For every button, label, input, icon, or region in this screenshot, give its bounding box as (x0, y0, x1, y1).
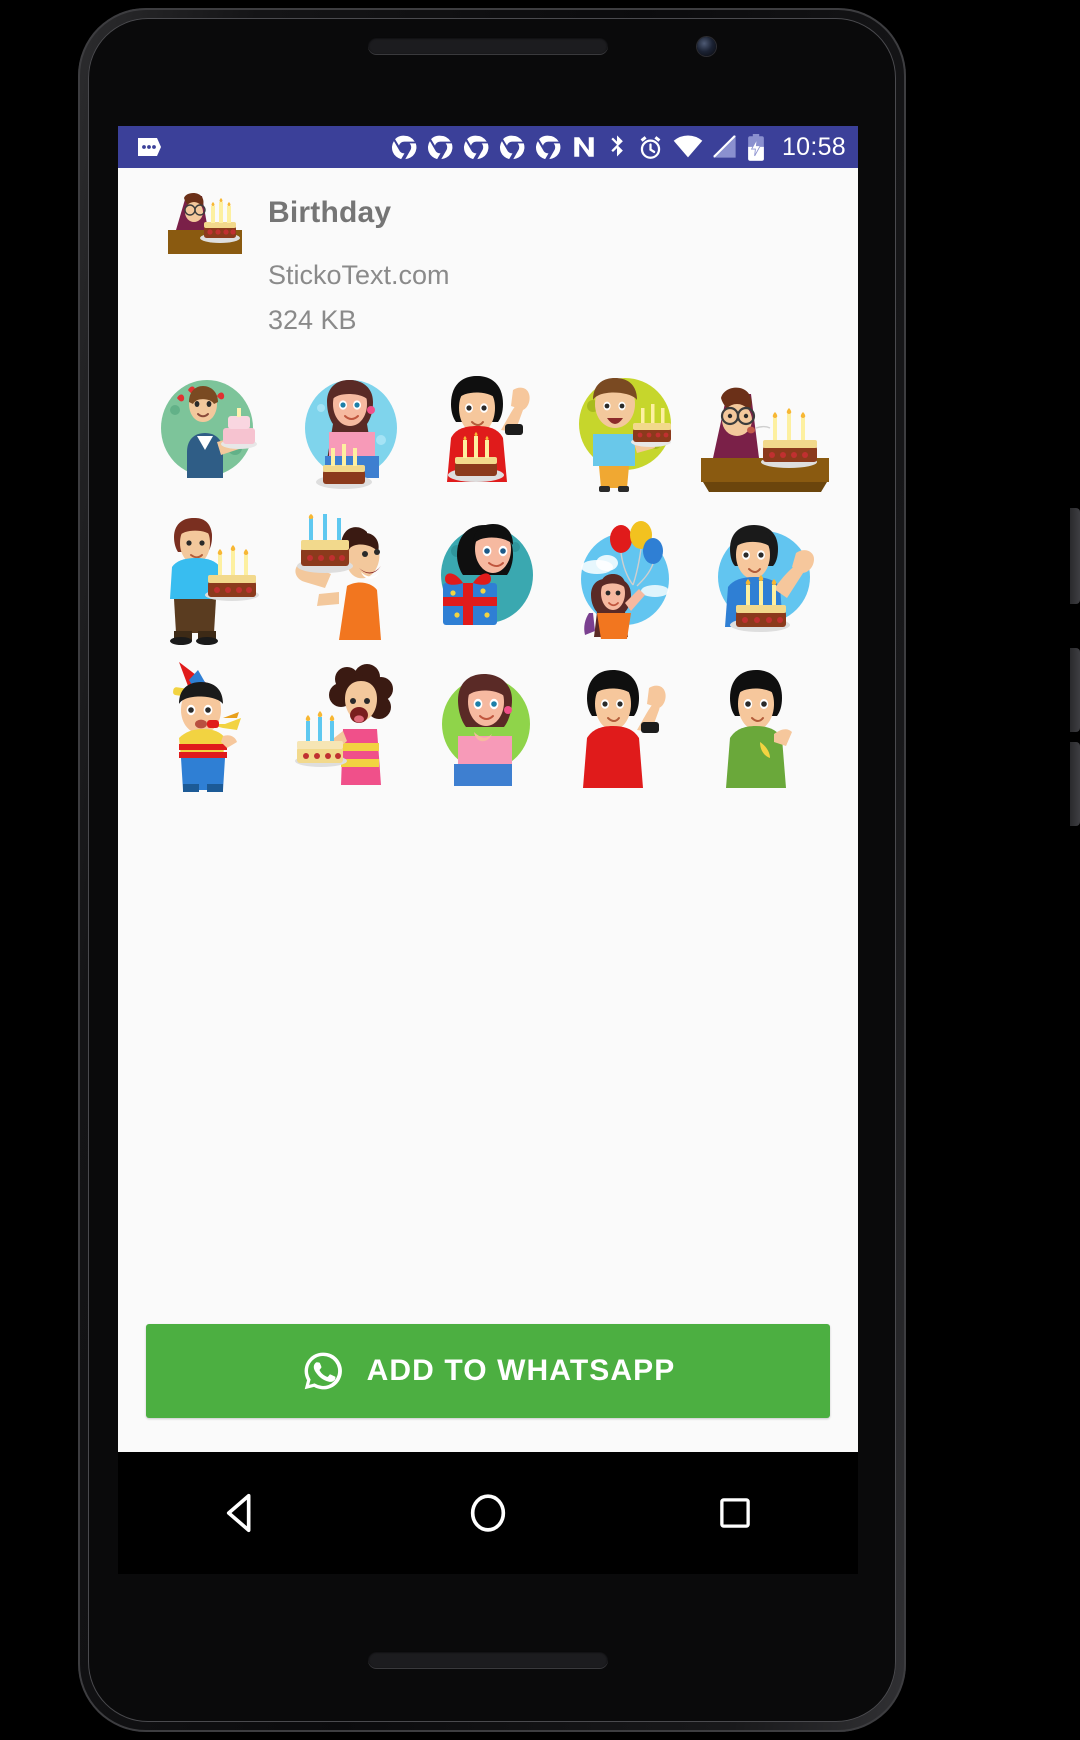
chrome-notification-icon-2 (427, 135, 453, 159)
sticker-pack-header: Birthday StickoText.com 324 KB (118, 168, 858, 338)
chrome-notification-icon-1 (391, 135, 417, 159)
sticker-girl-kneeling-with-cake[interactable] (289, 370, 411, 494)
status-bar-notification-area[interactable] (136, 136, 162, 158)
sticker-man-glasses-blowing-candles[interactable] (700, 370, 829, 494)
chrome-notification-icon-4 (499, 135, 525, 159)
sticker-item[interactable] (696, 652, 834, 799)
sticker-item[interactable] (696, 505, 834, 652)
sticker-pack-screen: Birthday StickoText.com 324 KB ADD TO WH… (118, 168, 858, 1452)
bluetooth-icon (611, 134, 623, 156)
sticker-grid (118, 338, 858, 799)
nav-home-button[interactable] (428, 1477, 548, 1549)
power-button[interactable] (1070, 508, 1080, 604)
sticker-girl-with-balloons[interactable] (567, 517, 685, 641)
sticker-pack-publisher: StickoText.com (268, 260, 450, 290)
sticker-item[interactable] (142, 505, 280, 652)
novalauncher-notification-icon (574, 137, 594, 157)
square-icon (719, 1498, 750, 1528)
sticker-pack-title: Birthday (268, 196, 392, 229)
status-bar-system-area[interactable]: 10:58 (391, 133, 846, 162)
phone-screen: 10:58 Birthday StickoText.com 324 KB ADD… (118, 126, 858, 1452)
sticker-item[interactable] (419, 505, 557, 652)
bottom-speaker (368, 1651, 608, 1668)
sticker-boy-green-shirt-waving[interactable] (708, 664, 822, 788)
sticker-boy-blue-shirt-carrying-cake[interactable] (154, 513, 268, 645)
sticker-boy-holding-cake-blue-bg[interactable] (704, 517, 826, 641)
sticker-boy-party-hat-blower[interactable] (153, 660, 269, 792)
wifi-icon (673, 135, 703, 158)
sticker-man-orange-shirt-eating-cake[interactable] (287, 513, 413, 644)
add-button-container: ADD TO WHATSAPP (118, 1324, 858, 1452)
notification-more-icon (138, 138, 161, 156)
sticker-item[interactable] (280, 652, 418, 799)
android-navigation-bar (118, 1452, 858, 1574)
sticker-item[interactable] (142, 652, 280, 799)
front-camera (697, 37, 716, 56)
earpiece-speaker (368, 37, 608, 54)
volume-up-button[interactable] (1070, 648, 1080, 732)
sticker-item[interactable] (419, 358, 557, 505)
battery-charging-icon (748, 133, 764, 161)
sticker-item[interactable] (557, 358, 695, 505)
triangle-left-icon (227, 1493, 251, 1533)
circle-icon (470, 1494, 506, 1532)
add-to-whatsapp-label: ADD TO WHATSAPP (366, 1354, 676, 1387)
sticker-item[interactable] (557, 505, 695, 652)
sticker-item[interactable] (280, 358, 418, 505)
sticker-boy-red-shirt-waving[interactable] (569, 664, 683, 788)
chrome-notification-icon-3 (463, 135, 489, 159)
sticker-pack-size: 324 KB (268, 305, 357, 335)
sticker-boy-red-shirt-waving-cake[interactable] (429, 370, 547, 494)
sticker-girl-shouting-with-cake[interactable] (291, 661, 409, 791)
sticker-item[interactable] (557, 652, 695, 799)
nav-back-button[interactable] (181, 1477, 301, 1549)
nav-recents-button[interactable] (675, 1477, 795, 1549)
sticker-item[interactable] (280, 505, 418, 652)
chrome-notification-icon-5 (535, 135, 561, 159)
status-bar-clock: 10:58 (781, 132, 846, 161)
sticker-girl-pink-top-green-bg[interactable] (428, 664, 548, 788)
volume-down-button[interactable] (1070, 742, 1080, 826)
sticker-item[interactable] (419, 652, 557, 799)
alarm-icon (640, 135, 661, 159)
sticker-item[interactable] (696, 358, 834, 505)
birthday-tray-icon (168, 192, 242, 254)
whatsapp-icon (304, 1352, 342, 1390)
sticker-girl-with-gift-box[interactable] (427, 517, 549, 641)
sticker-woman-blue-top-holding-cake[interactable] (565, 370, 687, 494)
sticker-man-holding-pink-cake[interactable] (151, 370, 271, 494)
sticker-item[interactable] (142, 358, 280, 505)
status-bar: 10:58 (118, 126, 858, 168)
add-to-whatsapp-button[interactable]: ADD TO WHATSAPP (146, 1324, 830, 1418)
cellular-signal-off-icon (713, 135, 736, 158)
grid-spacer (118, 799, 858, 1324)
